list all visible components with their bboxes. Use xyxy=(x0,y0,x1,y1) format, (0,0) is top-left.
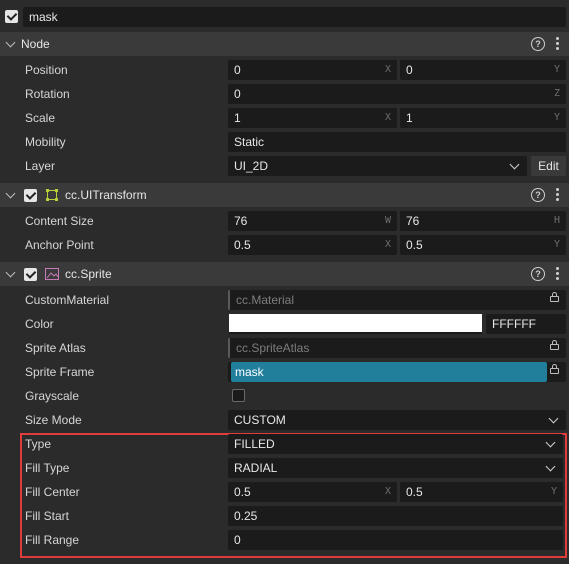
fill-center-x-input[interactable]: 0.5 X xyxy=(228,482,397,502)
section-title: Node xyxy=(21,37,50,51)
custom-material-label: CustomMaterial xyxy=(25,293,110,307)
node-active-checkbox[interactable] xyxy=(5,10,18,23)
rotation-input[interactable]: 0 Z xyxy=(228,84,566,104)
type-select[interactable]: FILLED xyxy=(228,434,563,454)
kebab-menu-icon[interactable] xyxy=(556,188,559,203)
anchor-point-y-input[interactable]: 0.5 Y xyxy=(400,235,566,255)
lock-icon[interactable] xyxy=(550,364,559,374)
content-size-label: Content Size xyxy=(25,214,94,228)
scale-x-input[interactable]: 1 X xyxy=(228,108,397,128)
fill-range-input[interactable]: 0 xyxy=(228,530,563,550)
help-icon[interactable]: ? xyxy=(531,37,545,51)
fill-range-label: Fill Range xyxy=(25,533,80,547)
type-label: Type xyxy=(25,437,52,451)
layer-edit-button[interactable]: Edit xyxy=(531,156,566,176)
position-label: Position xyxy=(25,63,68,77)
chevron-down-icon[interactable] xyxy=(5,37,16,48)
sprite-atlas-asset-field[interactable]: cc.SpriteAtlas xyxy=(228,338,566,358)
uitransform-icon xyxy=(46,189,58,201)
section-title: cc.Sprite xyxy=(65,267,112,281)
fill-start-label: Fill Start xyxy=(25,509,70,523)
fill-type-select[interactable]: RADIAL xyxy=(228,458,563,478)
node-section-header[interactable]: Node ? xyxy=(0,32,569,56)
chevron-down-icon xyxy=(545,461,556,472)
color-hex-input[interactable]: FFFFFF xyxy=(486,314,566,334)
chevron-down-icon xyxy=(548,413,559,424)
layer-select[interactable]: UI_2D xyxy=(228,156,527,176)
position-x-input[interactable]: 0 X xyxy=(228,60,397,80)
sprite-atlas-label: Sprite Atlas xyxy=(25,341,86,355)
chevron-down-icon[interactable] xyxy=(5,188,16,199)
mobility-label: Mobility xyxy=(25,135,66,149)
kebab-menu-icon[interactable] xyxy=(556,37,559,52)
lock-icon[interactable] xyxy=(550,292,559,302)
sprite-icon xyxy=(45,268,59,280)
chevron-down-icon[interactable] xyxy=(5,267,16,278)
color-swatch[interactable] xyxy=(229,314,482,334)
help-icon[interactable]: ? xyxy=(531,267,545,281)
content-size-h-input[interactable]: 76 H xyxy=(400,211,566,231)
sprite-frame-value: mask xyxy=(231,362,547,382)
sprite-frame-asset-field[interactable]: mask xyxy=(228,362,566,382)
lock-icon[interactable] xyxy=(550,340,559,350)
grayscale-label: Grayscale xyxy=(25,389,80,403)
fill-center-y-input[interactable]: 0.5 Y xyxy=(400,482,563,502)
help-icon[interactable]: ? xyxy=(531,188,545,202)
uitransform-enabled-checkbox[interactable] xyxy=(24,189,37,202)
custom-material-asset-field[interactable]: cc.Material xyxy=(228,290,566,310)
sprite-enabled-checkbox[interactable] xyxy=(24,268,37,281)
color-label: Color xyxy=(25,317,54,331)
anchor-point-x-input[interactable]: 0.5 X xyxy=(228,235,397,255)
uitransform-section-header[interactable]: cc.UITransform ? xyxy=(0,183,569,207)
layer-label: Layer xyxy=(25,159,56,173)
kebab-menu-icon[interactable] xyxy=(556,267,559,282)
anchor-point-label: Anchor Point xyxy=(25,238,94,252)
size-mode-label: Size Mode xyxy=(25,413,82,427)
size-mode-select[interactable]: CUSTOM xyxy=(228,410,566,430)
node-name-input[interactable]: mask xyxy=(23,7,566,27)
chevron-down-icon xyxy=(545,437,556,448)
sprite-frame-label: Sprite Frame xyxy=(25,365,95,379)
fill-start-input[interactable]: 0.25 xyxy=(228,506,563,526)
scale-y-input[interactable]: 1 Y xyxy=(400,108,566,128)
scale-label: Scale xyxy=(25,111,56,125)
section-title: cc.UITransform xyxy=(65,188,147,202)
fill-type-label: Fill Type xyxy=(25,461,70,475)
chevron-down-icon xyxy=(509,159,520,170)
content-size-w-input[interactable]: 76 W xyxy=(228,211,397,231)
rotation-label: Rotation xyxy=(25,87,70,101)
fill-center-label: Fill Center xyxy=(25,485,80,499)
grayscale-checkbox[interactable] xyxy=(232,389,245,402)
sprite-section-header[interactable]: cc.Sprite ? xyxy=(0,262,569,286)
mobility-select[interactable]: Static xyxy=(228,132,566,152)
position-y-input[interactable]: 0 Y xyxy=(400,60,566,80)
